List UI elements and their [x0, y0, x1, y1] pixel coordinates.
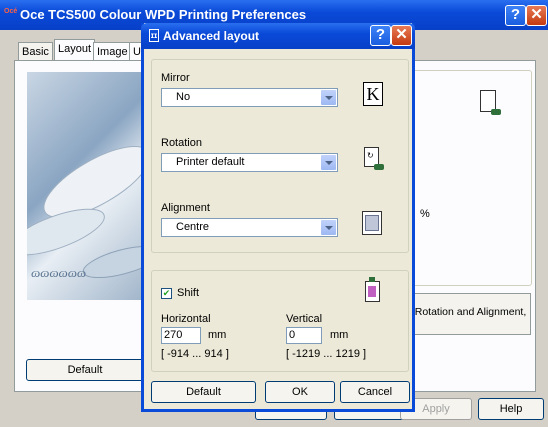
rotation-value: Printer default	[176, 156, 245, 168]
dialog-title: Advanced layout	[163, 29, 260, 43]
advanced-layout-dialog: ɪɪ Advanced layout ? ✕ Mirror No K Rotat…	[141, 23, 415, 412]
advanced-layout-summary[interactable]: r, Rotation and Alignment,	[399, 293, 531, 335]
chevron-down-icon[interactable]	[321, 220, 336, 235]
help-title-button[interactable]: ?	[505, 5, 526, 26]
shift-label: Shift	[177, 287, 200, 299]
rotation-select[interactable]: Printer default	[161, 153, 338, 172]
main-window-title: Oce TCS500 Colour WPD Printing Preferenc…	[20, 7, 307, 22]
right-group-box	[400, 70, 532, 286]
close-title-button[interactable]: ✕	[526, 5, 547, 26]
vertical-input[interactable]: 0	[286, 327, 322, 344]
vertical-label: Vertical	[286, 313, 323, 325]
mirror-k-icon: K	[363, 82, 383, 106]
dialog-default-button[interactable]: Default	[151, 381, 256, 403]
shift-checkbox[interactable]: ✔	[161, 288, 172, 299]
rotation-label: Rotation	[161, 137, 202, 149]
dialog-ok-button[interactable]: OK	[265, 381, 335, 403]
dialog-app-icon: ɪɪ	[149, 29, 159, 42]
tab-image[interactable]: Image	[93, 42, 132, 60]
dialog-close-button[interactable]: ✕	[391, 25, 412, 46]
advanced-layout-summary-text: r, Rotation and Alignment,	[406, 306, 527, 318]
dialog-help-button[interactable]: ?	[370, 25, 391, 46]
paper-rolls-image: ɷɷɷɷɷɷ	[27, 72, 150, 300]
svg-text:ɷɷɷɷɷɷ: ɷɷɷɷɷɷ	[31, 265, 86, 280]
horizontal-label: Horizontal	[161, 313, 211, 325]
page-preview-icon	[480, 90, 501, 115]
horizontal-unit: mm	[208, 329, 227, 341]
chevron-down-icon[interactable]	[321, 90, 336, 105]
alignment-centre-icon	[362, 211, 382, 235]
alignment-label: Alignment	[161, 202, 210, 214]
help-button[interactable]: Help	[478, 398, 544, 420]
mirror-value: No	[176, 91, 191, 103]
vertical-range: [ -1219 ... 1219 ]	[286, 348, 367, 360]
alignment-value: Centre	[176, 221, 210, 233]
dialog-title-bar[interactable]: ɪɪ Advanced layout ? ✕	[141, 23, 415, 49]
mirror-label: Mirror	[161, 72, 190, 84]
tab-layout[interactable]: Layout	[54, 39, 96, 61]
blueprint-rolls-icon: ɷɷɷɷɷɷ	[27, 145, 150, 280]
main-default-button[interactable]: Default	[26, 359, 144, 381]
horizontal-range: [ -914 ... 914 ]	[161, 348, 229, 360]
dialog-cancel-button[interactable]: Cancel	[340, 381, 410, 403]
percent-label: %	[420, 208, 430, 220]
vertical-unit: mm	[330, 329, 349, 341]
alignment-select[interactable]: Centre	[161, 218, 338, 237]
horizontal-input[interactable]: 270	[161, 327, 201, 344]
chevron-down-icon[interactable]	[321, 155, 336, 170]
tab-basic[interactable]: Basic	[18, 42, 53, 60]
rotation-page-icon: ↻	[364, 147, 384, 170]
oce-logo: Océ	[4, 8, 18, 15]
shift-page-icon	[365, 277, 380, 302]
mirror-select[interactable]: No	[161, 88, 338, 107]
